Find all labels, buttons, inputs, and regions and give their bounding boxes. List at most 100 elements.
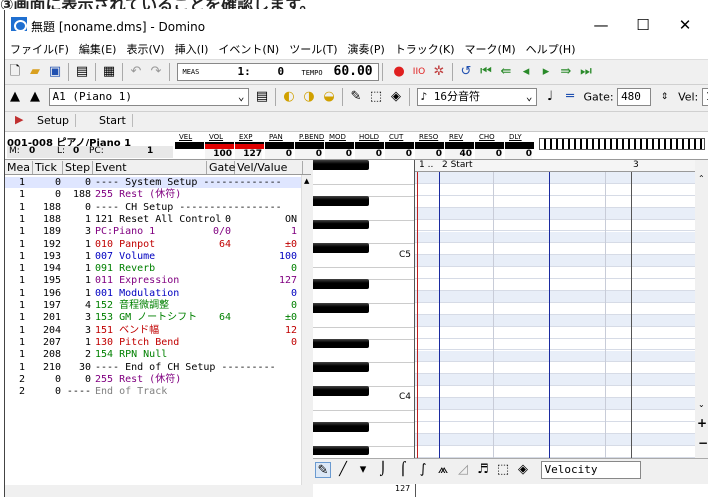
step-record-icon[interactable]: IIO (411, 64, 427, 80)
select-tool-icon[interactable]: ⬚ (495, 462, 511, 478)
menu-file[interactable]: ファイル(F) (5, 40, 74, 60)
curve3-tool-icon[interactable]: ∫ (415, 462, 431, 478)
redo-icon[interactable]: ↷ (148, 64, 164, 80)
tab-start[interactable]: Start (93, 114, 133, 127)
vel-input[interactable]: 10 (701, 88, 708, 106)
col-event[interactable]: Event (93, 161, 207, 174)
track-down-icon[interactable]: ▲ (7, 89, 23, 105)
gate-line-icon[interactable]: ═ (562, 89, 578, 105)
properties-icon[interactable]: ▤ (74, 64, 90, 80)
col-gate[interactable]: Gate (207, 161, 235, 174)
event-row[interactable]: 1 192 1 010 Panpot 64 ±0 (5, 239, 301, 250)
menu-track[interactable]: トラック(K) (390, 40, 460, 60)
select-box-icon[interactable]: ⬚ (368, 89, 384, 105)
event-row[interactable]: 1 196 1 001 Modulation 0 (5, 288, 301, 299)
piano-roll-scrollbar[interactable]: ⌃ ⌄ + − (695, 160, 708, 458)
menu-insert[interactable]: 挿入(I) (170, 40, 214, 60)
note-value-icon[interactable]: ♩ (542, 89, 558, 105)
event-row[interactable]: 2 0 0 255 Rest (休符) (5, 374, 301, 385)
meter-bar[interactable] (295, 142, 324, 149)
black-key[interactable] (313, 338, 369, 349)
event-list-scrollbar[interactable]: ▲ (301, 175, 311, 485)
event-row[interactable]: 1 208 2 154 RPN Null (5, 349, 301, 360)
meter-bar[interactable] (235, 142, 264, 149)
loop-icon[interactable]: ↺ (458, 64, 474, 80)
meter-bar[interactable] (325, 142, 354, 149)
scroll-up-icon[interactable]: ▲ (304, 177, 309, 185)
close-button[interactable]: ✕ (665, 14, 705, 36)
menu-event[interactable]: イベント(N) (213, 40, 284, 60)
go-start-icon[interactable]: ⏮ (478, 64, 494, 80)
tab-setup[interactable]: Setup (31, 114, 77, 127)
line-tool-icon[interactable]: ╱ (335, 462, 351, 478)
curve1-tool-icon[interactable]: ⌡ (375, 462, 391, 478)
black-key[interactable] (313, 386, 369, 396)
eraser-icon[interactable]: ◈ (388, 89, 404, 105)
scroll-down-icon[interactable]: ⌄ (698, 400, 705, 409)
event-row[interactable]: 1 0 188 255 Rest (休符) (5, 189, 301, 200)
meter-bar[interactable] (355, 142, 384, 149)
rewind-icon[interactable]: ⇚ (498, 64, 514, 80)
event-row[interactable]: 1 204 3 151 ベンド幅 12 (5, 325, 301, 336)
undo-icon[interactable]: ↶ (128, 64, 144, 80)
meter-bar[interactable] (175, 142, 204, 149)
zoom-out-icon[interactable]: − (698, 436, 708, 450)
meter-bar[interactable] (505, 142, 534, 149)
gate-input[interactable]: 480 (617, 88, 652, 106)
black-key[interactable] (313, 279, 369, 289)
event-row[interactable]: 1 195 1 011 Expression 127 (5, 275, 301, 286)
note-tool-icon-2[interactable]: ♬ (475, 462, 491, 478)
settings-wheel-icon[interactable]: ✲ (431, 64, 447, 80)
menu-edit[interactable]: 編集(E) (74, 40, 122, 60)
track-up-icon[interactable]: ▲ (27, 89, 43, 105)
minimize-button[interactable]: — (581, 14, 621, 36)
meter-bar[interactable] (385, 142, 414, 149)
pencil-icon[interactable]: ✎ (348, 89, 364, 105)
black-key[interactable] (313, 445, 369, 456)
black-key[interactable] (313, 421, 369, 432)
fast-forward-icon[interactable]: ⇛ (558, 64, 574, 80)
menu-mark[interactable]: マーク(M) (460, 40, 521, 60)
event-row[interactable]: 1 207 1 130 Pitch Bend 0 (5, 337, 301, 348)
col-mea[interactable]: Mea (5, 161, 33, 174)
event-row[interactable]: 1 201 3 153 GM ノートシフト 64 ±0 (5, 312, 301, 323)
event-row[interactable]: 1 197 4 152 音程微調整 0 (5, 300, 301, 311)
col-tick[interactable]: Tick (33, 161, 63, 174)
event-row[interactable]: 1 189 3 PC:Piano 1 0/0 1 (5, 226, 301, 237)
col-step[interactable]: Step (63, 161, 93, 174)
black-key[interactable] (313, 243, 369, 254)
go-end-icon[interactable]: ⏭ (578, 64, 594, 80)
note-tool-icon[interactable]: ◐ (281, 89, 297, 105)
zoom-in-icon[interactable]: + (697, 416, 707, 430)
menu-view[interactable]: 表示(V) (121, 40, 169, 60)
meter-bar[interactable] (265, 142, 294, 149)
gate-spinner-icon[interactable]: ⇕ (657, 89, 673, 105)
meter-bar[interactable] (415, 142, 444, 149)
menu-help[interactable]: ヘルプ(H) (521, 40, 581, 60)
piano-roll-grid[interactable]: 1 .. 2 Start 3 (415, 160, 695, 458)
random-tool-icon[interactable]: ⩕ (435, 462, 451, 478)
page-icon[interactable]: ▦ (101, 64, 117, 80)
ramp-tool-icon[interactable]: ◿ (455, 462, 471, 478)
event-row[interactable]: 1 188 0 ---- CH Setup ----------------- (5, 202, 301, 213)
scroll-top-icon[interactable]: ⌃ (698, 174, 705, 183)
new-file-icon[interactable]: 🗋 (7, 64, 23, 80)
black-key[interactable] (313, 160, 369, 170)
meter-bar[interactable] (475, 142, 504, 149)
black-key[interactable] (313, 362, 369, 373)
event-row[interactable]: 2 0 ---- End of Track (5, 386, 301, 397)
event-row[interactable]: 1 210 30 ---- End of CH Setup --------- (5, 362, 301, 373)
event-row[interactable]: 1 193 1 007 Volume 100 (5, 251, 301, 262)
col-value[interactable]: Vel/Value (235, 161, 303, 174)
note-tool2-icon[interactable]: ◑ (301, 89, 317, 105)
black-key[interactable] (313, 219, 369, 230)
save-icon[interactable]: ▣ (47, 64, 63, 80)
meter-bar[interactable] (205, 142, 234, 149)
tab-menu-icon[interactable]: ▶ (9, 113, 29, 126)
controller-select[interactable]: Velocity (540, 461, 641, 479)
black-key[interactable] (313, 195, 369, 206)
play-icon[interactable]: ▸ (538, 64, 554, 80)
erase-tool-icon[interactable]: ◈ (515, 462, 531, 478)
maximize-button[interactable]: ☐ (623, 14, 663, 36)
pen-tool-icon[interactable]: ✎ (315, 462, 331, 478)
